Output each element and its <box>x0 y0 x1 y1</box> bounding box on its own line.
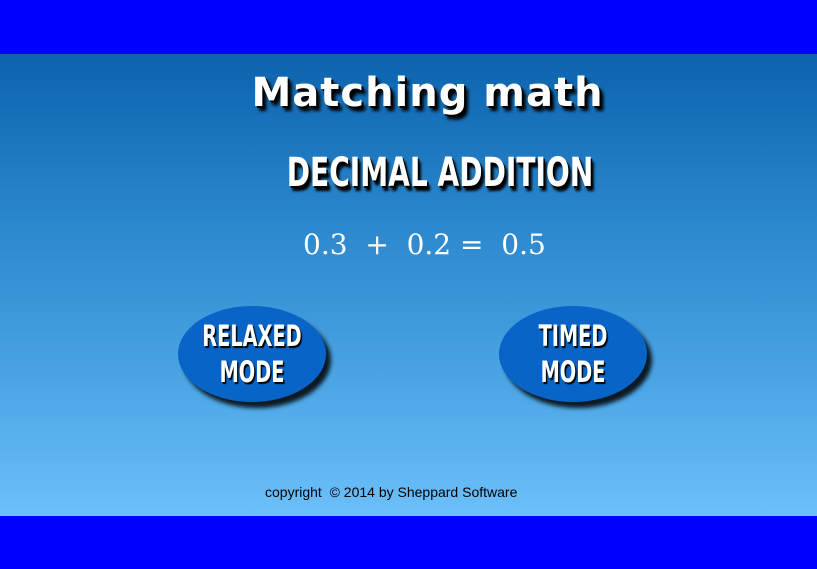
bottom-border-bar <box>0 516 817 569</box>
game-subtitle: DECIMAL ADDITION <box>286 150 594 196</box>
game-area: Matching math DECIMAL ADDITION 0.3 + 0.2… <box>0 54 817 516</box>
example-equation: 0.3 + 0.2 = 0.5 <box>303 228 546 261</box>
relaxed-mode-button[interactable]: RELAXED MODE <box>178 306 326 402</box>
relaxed-mode-label: RELAXED MODE <box>202 319 302 389</box>
game-frame: Matching math DECIMAL ADDITION 0.3 + 0.2… <box>0 0 817 569</box>
game-title: Matching math <box>251 70 604 116</box>
timed-mode-button[interactable]: TIMED MODE <box>499 306 647 402</box>
timed-mode-label: TIMED MODE <box>538 319 608 389</box>
copyright-notice: copyright © 2014 by Sheppard Software <box>265 484 518 500</box>
top-border-bar <box>0 0 817 54</box>
